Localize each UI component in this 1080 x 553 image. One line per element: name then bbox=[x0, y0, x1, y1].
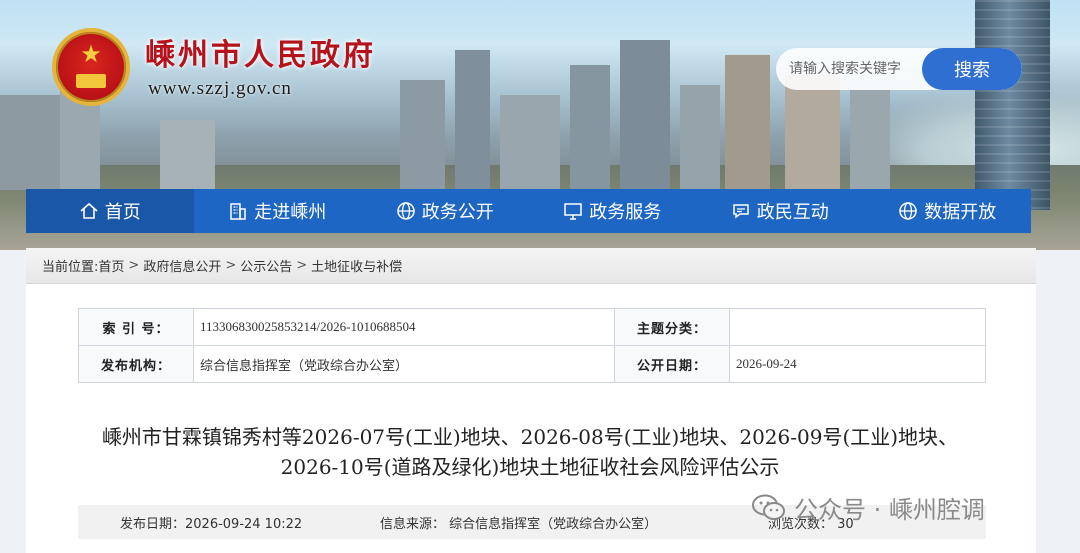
chat-icon bbox=[731, 201, 751, 221]
publish-time: 发布日期：2026-09-24 10:22 bbox=[120, 516, 303, 532]
nav-label: 走进嵊州 bbox=[254, 202, 327, 223]
nav-label: 数据开放 bbox=[924, 202, 997, 223]
nav-label: 首页 bbox=[104, 202, 141, 223]
breadcrumb-separator: > bbox=[225, 258, 237, 273]
monitor-icon bbox=[563, 201, 583, 221]
publisher-label: 发布机构： bbox=[78, 345, 194, 383]
breadcrumb-separator: > bbox=[296, 258, 308, 273]
breadcrumb-home[interactable]: 首页 bbox=[98, 256, 124, 275]
publisher-value: 综合信息指挥室（党政综合办公室） bbox=[193, 345, 615, 383]
date-label: 公开日期： bbox=[614, 345, 730, 383]
nav-label: 政务公开 bbox=[421, 202, 494, 223]
article-title-line-2: 2026-10号(道路及绿化)地块土地征收社会风险评估公示 bbox=[280, 455, 780, 479]
article-title-line-1: 嵊州市甘霖镇锦秀村等2026-07号(工业)地块、2026-08号(工业)地块、… bbox=[101, 425, 959, 449]
info-source: 信息来源： 综合信息指挥室（党政综合办公室） bbox=[380, 516, 658, 532]
site-url: www.szzj.gov.cn bbox=[148, 78, 292, 99]
globe-icon bbox=[396, 201, 416, 221]
breadcrumb-land-expropriation[interactable]: 土地征收与补偿 bbox=[311, 256, 402, 275]
nav-item-interaction[interactable]: 政民互动 bbox=[696, 189, 864, 233]
breadcrumb: 当前位置: 首页 > 政府信息公开 > 公示公告 > 土地征收与补偿 bbox=[26, 248, 1036, 284]
breadcrumb-prefix: 当前位置: bbox=[42, 260, 99, 275]
document-meta-table: 索 引 号： 113306830025853214/2026-101068850… bbox=[78, 308, 986, 383]
nav-item-about[interactable]: 走进嵊州 bbox=[194, 189, 362, 233]
breadcrumb-separator: > bbox=[128, 258, 140, 273]
tower-building bbox=[975, 0, 1050, 210]
article-title: 嵊州市甘霖镇锦秀村等2026-07号(工业)地块、2026-08号(工业)地块、… bbox=[80, 422, 980, 482]
main-nav: 首页 走进嵊州 政务公开 政务服务 政民互动 数据开放 bbox=[26, 189, 1031, 233]
globe-icon bbox=[898, 201, 918, 221]
search-input[interactable] bbox=[776, 48, 926, 90]
nav-label: 政务服务 bbox=[589, 202, 662, 223]
index-value: 113306830025853214/2026-1010688504 bbox=[193, 308, 615, 346]
nav-item-services[interactable]: 政务服务 bbox=[529, 189, 697, 233]
breadcrumb-announcements[interactable]: 公示公告 bbox=[240, 256, 292, 275]
nav-item-government-affairs[interactable]: 政务公开 bbox=[361, 189, 529, 233]
national-emblem-logo bbox=[52, 28, 130, 106]
watermark-text: 公众号 · 嵊州腔调 bbox=[794, 496, 985, 524]
wechat-icon bbox=[752, 494, 786, 522]
table-row: 索 引 号： 113306830025853214/2026-101068850… bbox=[78, 308, 986, 346]
nav-item-home[interactable]: 首页 bbox=[26, 189, 194, 233]
table-row: 发布机构： 综合信息指挥室（党政综合办公室） 公开日期： 2026-09-24 bbox=[78, 345, 986, 383]
topic-value bbox=[729, 308, 986, 346]
nav-label: 政民互动 bbox=[756, 202, 829, 223]
date-value: 2026-09-24 bbox=[729, 345, 986, 383]
wechat-watermark: 公众号 · 嵊州腔调 bbox=[752, 490, 985, 525]
breadcrumb-gov-info[interactable]: 政府信息公开 bbox=[143, 256, 221, 275]
home-icon bbox=[79, 201, 99, 221]
index-label: 索 引 号： bbox=[78, 308, 194, 346]
topic-label: 主题分类： bbox=[614, 308, 730, 346]
search-box: 搜索 bbox=[776, 48, 1022, 90]
site-title[interactable]: 嵊州市人民政府 bbox=[145, 30, 376, 74]
search-button[interactable]: 搜索 bbox=[922, 48, 1022, 90]
nav-item-open-data[interactable]: 数据开放 bbox=[864, 189, 1032, 233]
building-icon bbox=[228, 201, 248, 221]
